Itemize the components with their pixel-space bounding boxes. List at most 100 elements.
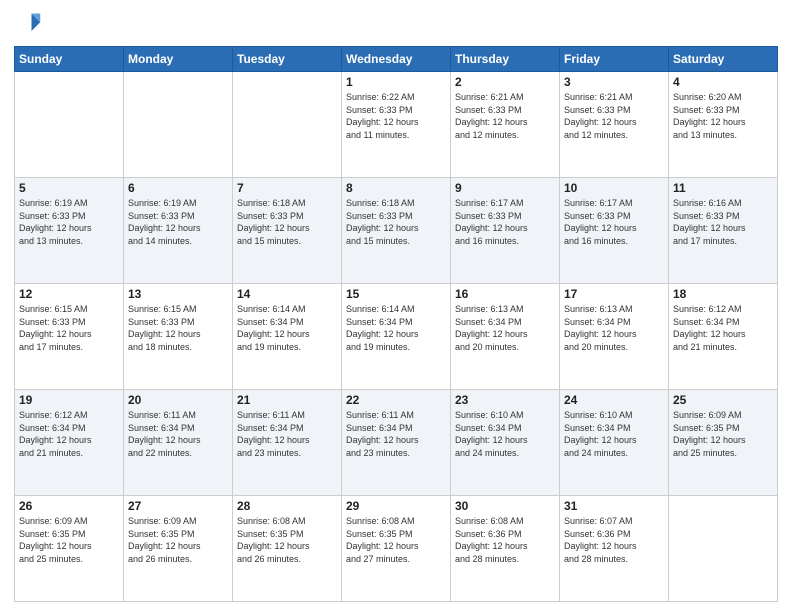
weekday-header: Saturday — [669, 47, 778, 72]
day-number: 24 — [564, 393, 664, 407]
calendar-cell: 26 Sunrise: 6:09 AM Sunset: 6:35 PM Dayli… — [15, 496, 124, 602]
calendar-cell: 10 Sunrise: 6:17 AM Sunset: 6:33 PM Dayli… — [560, 178, 669, 284]
cell-info: Sunrise: 6:09 AM Sunset: 6:35 PM Dayligh… — [128, 515, 228, 565]
day-number: 22 — [346, 393, 446, 407]
day-number: 2 — [455, 75, 555, 89]
cell-info: Sunrise: 6:17 AM Sunset: 6:33 PM Dayligh… — [455, 197, 555, 247]
cell-info: Sunrise: 6:09 AM Sunset: 6:35 PM Dayligh… — [19, 515, 119, 565]
day-number: 16 — [455, 287, 555, 301]
day-number: 14 — [237, 287, 337, 301]
cell-info: Sunrise: 6:13 AM Sunset: 6:34 PM Dayligh… — [564, 303, 664, 353]
day-number: 30 — [455, 499, 555, 513]
logo-icon — [14, 10, 42, 38]
calendar-cell: 27 Sunrise: 6:09 AM Sunset: 6:35 PM Dayli… — [124, 496, 233, 602]
calendar-cell: 4Sunrise: 6:20 AM Sunset: 6:33 PM Daylig… — [669, 72, 778, 178]
cell-info: Sunrise: 6:14 AM Sunset: 6:34 PM Dayligh… — [237, 303, 337, 353]
cell-info: Sunrise: 6:12 AM Sunset: 6:34 PM Dayligh… — [19, 409, 119, 459]
day-number: 10 — [564, 181, 664, 195]
cell-info: Sunrise: 6:19 AM Sunset: 6:33 PM Dayligh… — [19, 197, 119, 247]
cell-info: Sunrise: 6:19 AM Sunset: 6:33 PM Dayligh… — [128, 197, 228, 247]
day-number: 27 — [128, 499, 228, 513]
day-number: 15 — [346, 287, 446, 301]
weekday-header: Tuesday — [233, 47, 342, 72]
calendar-cell: 28 Sunrise: 6:08 AM Sunset: 6:35 PM Dayli… — [233, 496, 342, 602]
calendar-cell: 11 Sunrise: 6:16 AM Sunset: 6:33 PM Dayli… — [669, 178, 778, 284]
day-number: 11 — [673, 181, 773, 195]
cell-info: Sunrise: 6:09 AM Sunset: 6:35 PM Dayligh… — [673, 409, 773, 459]
cell-info: Sunrise: 6:21 AM Sunset: 6:33 PM Dayligh… — [564, 91, 664, 141]
cell-info: Sunrise: 6:16 AM Sunset: 6:33 PM Dayligh… — [673, 197, 773, 247]
calendar-cell: 13Sunrise: 6:15 AM Sunset: 6:33 PM Dayli… — [124, 284, 233, 390]
calendar-cell: 22 Sunrise: 6:11 AM Sunset: 6:34 PM Dayli… — [342, 390, 451, 496]
calendar-cell: 3 Sunrise: 6:21 AM Sunset: 6:33 PM Daylig… — [560, 72, 669, 178]
cell-info: Sunrise: 6:18 AM Sunset: 6:33 PM Dayligh… — [346, 197, 446, 247]
page: SundayMondayTuesdayWednesdayThursdayFrid… — [0, 0, 792, 612]
calendar-cell: 17 Sunrise: 6:13 AM Sunset: 6:34 PM Dayli… — [560, 284, 669, 390]
calendar-cell: 29 Sunrise: 6:08 AM Sunset: 6:35 PM Dayli… — [342, 496, 451, 602]
cell-info: Sunrise: 6:10 AM Sunset: 6:34 PM Dayligh… — [564, 409, 664, 459]
cell-info: Sunrise: 6:11 AM Sunset: 6:34 PM Dayligh… — [237, 409, 337, 459]
calendar-cell — [15, 72, 124, 178]
calendar-cell: 23 Sunrise: 6:10 AM Sunset: 6:34 PM Dayli… — [451, 390, 560, 496]
cell-info: Sunrise: 6:21 AM Sunset: 6:33 PM Dayligh… — [455, 91, 555, 141]
day-number: 3 — [564, 75, 664, 89]
day-number: 21 — [237, 393, 337, 407]
cell-info: Sunrise: 6:10 AM Sunset: 6:34 PM Dayligh… — [455, 409, 555, 459]
day-number: 12 — [19, 287, 119, 301]
calendar-cell: 8 Sunrise: 6:18 AM Sunset: 6:33 PM Daylig… — [342, 178, 451, 284]
day-number: 20 — [128, 393, 228, 407]
day-number: 6 — [128, 181, 228, 195]
calendar-cell: 12 Sunrise: 6:15 AM Sunset: 6:33 PM Dayli… — [15, 284, 124, 390]
day-number: 9 — [455, 181, 555, 195]
cell-info: Sunrise: 6:17 AM Sunset: 6:33 PM Dayligh… — [564, 197, 664, 247]
cell-info: Sunrise: 6:08 AM Sunset: 6:35 PM Dayligh… — [237, 515, 337, 565]
calendar-cell — [124, 72, 233, 178]
weekday-header: Wednesday — [342, 47, 451, 72]
day-number: 28 — [237, 499, 337, 513]
weekday-header: Thursday — [451, 47, 560, 72]
calendar-cell — [669, 496, 778, 602]
calendar-cell: 18 Sunrise: 6:12 AM Sunset: 6:34 PM Dayli… — [669, 284, 778, 390]
header — [14, 10, 778, 38]
calendar-cell: 9 Sunrise: 6:17 AM Sunset: 6:33 PM Daylig… — [451, 178, 560, 284]
calendar-week-row: 19 Sunrise: 6:12 AM Sunset: 6:34 PM Dayli… — [15, 390, 778, 496]
calendar-cell: 15 Sunrise: 6:14 AM Sunset: 6:34 PM Dayli… — [342, 284, 451, 390]
day-number: 18 — [673, 287, 773, 301]
cell-info: Sunrise: 6:08 AM Sunset: 6:35 PM Dayligh… — [346, 515, 446, 565]
day-number: 5 — [19, 181, 119, 195]
cell-info: Sunrise: 6:15 AM Sunset: 6:33 PM Dayligh… — [128, 303, 228, 353]
calendar-cell: 25 Sunrise: 6:09 AM Sunset: 6:35 PM Dayli… — [669, 390, 778, 496]
cell-info: Sunrise: 6:08 AM Sunset: 6:36 PM Dayligh… — [455, 515, 555, 565]
cell-info: Sunrise: 6:22 AM Sunset: 6:33 PM Dayligh… — [346, 91, 446, 141]
day-number: 26 — [19, 499, 119, 513]
calendar-cell: 21 Sunrise: 6:11 AM Sunset: 6:34 PM Dayli… — [233, 390, 342, 496]
day-number: 25 — [673, 393, 773, 407]
calendar-cell: 14 Sunrise: 6:14 AM Sunset: 6:34 PM Dayli… — [233, 284, 342, 390]
weekday-header: Sunday — [15, 47, 124, 72]
calendar-cell: 5 Sunrise: 6:19 AM Sunset: 6:33 PM Daylig… — [15, 178, 124, 284]
day-number: 17 — [564, 287, 664, 301]
day-number: 23 — [455, 393, 555, 407]
day-number: 7 — [237, 181, 337, 195]
cell-info: Sunrise: 6:15 AM Sunset: 6:33 PM Dayligh… — [19, 303, 119, 353]
day-number: 29 — [346, 499, 446, 513]
calendar-cell: 24 Sunrise: 6:10 AM Sunset: 6:34 PM Dayli… — [560, 390, 669, 496]
day-number: 19 — [19, 393, 119, 407]
cell-info: Sunrise: 6:14 AM Sunset: 6:34 PM Dayligh… — [346, 303, 446, 353]
weekday-header: Friday — [560, 47, 669, 72]
cell-info: Sunrise: 6:12 AM Sunset: 6:34 PM Dayligh… — [673, 303, 773, 353]
calendar-cell: 7 Sunrise: 6:18 AM Sunset: 6:33 PM Daylig… — [233, 178, 342, 284]
cell-info: Sunrise: 6:18 AM Sunset: 6:33 PM Dayligh… — [237, 197, 337, 247]
calendar-cell: 20Sunrise: 6:11 AM Sunset: 6:34 PM Dayli… — [124, 390, 233, 496]
calendar-cell: 1Sunrise: 6:22 AM Sunset: 6:33 PM Daylig… — [342, 72, 451, 178]
calendar-cell — [233, 72, 342, 178]
calendar-cell: 2 Sunrise: 6:21 AM Sunset: 6:33 PM Daylig… — [451, 72, 560, 178]
calendar-week-row: 5 Sunrise: 6:19 AM Sunset: 6:33 PM Daylig… — [15, 178, 778, 284]
day-number: 8 — [346, 181, 446, 195]
weekday-header-row: SundayMondayTuesdayWednesdayThursdayFrid… — [15, 47, 778, 72]
calendar-cell: 6 Sunrise: 6:19 AM Sunset: 6:33 PM Daylig… — [124, 178, 233, 284]
logo — [14, 10, 46, 38]
cell-info: Sunrise: 6:07 AM Sunset: 6:36 PM Dayligh… — [564, 515, 664, 565]
weekday-header: Monday — [124, 47, 233, 72]
cell-info: Sunrise: 6:11 AM Sunset: 6:34 PM Dayligh… — [346, 409, 446, 459]
